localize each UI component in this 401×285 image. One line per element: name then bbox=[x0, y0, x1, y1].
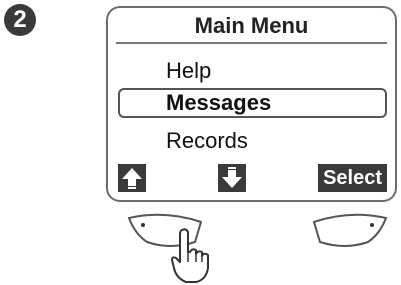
scroll-down-softkey[interactable] bbox=[218, 164, 246, 192]
pointing-finger-icon bbox=[171, 228, 209, 283]
menu-item-help[interactable]: Help bbox=[166, 58, 211, 84]
menu-item-messages-label: Messages bbox=[166, 90, 272, 115]
scroll-up-softkey[interactable] bbox=[118, 164, 146, 192]
arrow-up-icon bbox=[122, 168, 142, 189]
right-softkey-button[interactable] bbox=[310, 212, 390, 250]
menu-item-messages[interactable]: Messages bbox=[118, 88, 387, 118]
softkey-bar: Select bbox=[116, 162, 387, 194]
menu-item-records[interactable]: Records bbox=[166, 128, 248, 154]
handset-display: Main Menu Help Messages Records Select bbox=[106, 6, 397, 202]
step-number-badge: 2 bbox=[4, 4, 36, 36]
arrow-down-icon bbox=[222, 167, 242, 188]
screen-title: Main Menu bbox=[116, 12, 387, 44]
select-softkey[interactable]: Select bbox=[318, 164, 387, 192]
